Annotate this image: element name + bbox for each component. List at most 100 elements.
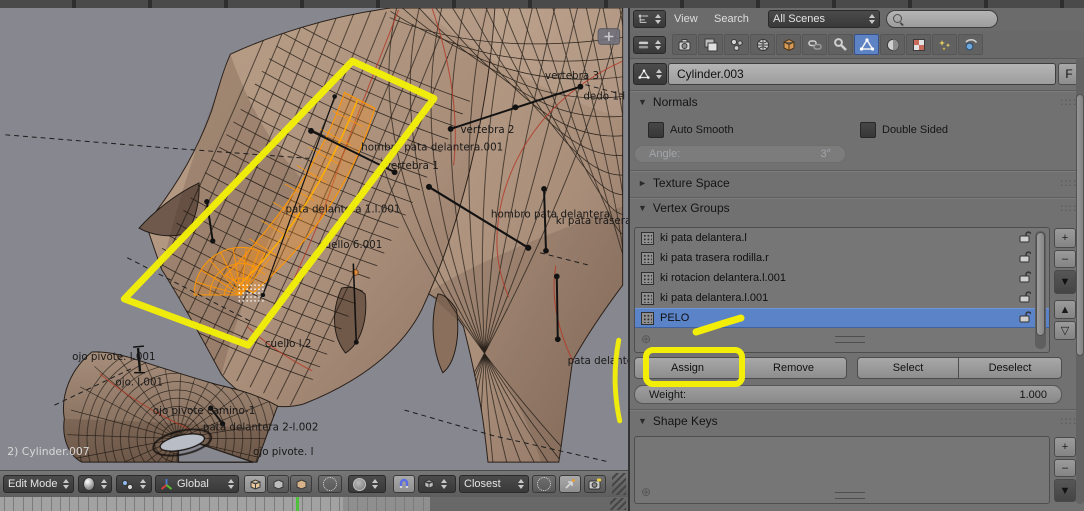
properties-tab-row	[630, 31, 1084, 59]
auto-smooth-checkbox[interactable]	[648, 122, 664, 138]
shape-keys-list[interactable]: ⊕	[634, 436, 1050, 504]
list-resize-handle[interactable]	[835, 336, 865, 343]
editor-type-button[interactable]	[633, 36, 666, 54]
vgroup-move-up-button[interactable]: ▲	[1054, 300, 1076, 319]
shapekey-add-button[interactable]: +	[1054, 437, 1076, 457]
vgroup-remove-button[interactable]: –	[1054, 250, 1076, 268]
weight-slider[interactable]: Weight: 1.000	[634, 385, 1062, 404]
orientation-label: Global	[177, 478, 209, 490]
list-resize-handle[interactable]	[835, 492, 865, 499]
mesh-datablock-browse-button[interactable]	[633, 63, 667, 85]
panel-header-shape-keys[interactable]: ▼ Shape Keys	[638, 414, 718, 428]
vertex-groups-list[interactable]: ki pata delantera.lki pata trasera rodil…	[634, 227, 1050, 353]
angle-value: 3°	[820, 148, 831, 160]
tab-object-data[interactable]	[854, 34, 879, 55]
mode-dropdown[interactable]: Edit Mode	[3, 475, 74, 493]
unlocked-lock-icon[interactable]	[1019, 310, 1031, 323]
shapekey-specials-menu-button[interactable]: ▼	[1054, 479, 1076, 502]
tab-particles[interactable]	[932, 34, 957, 55]
snap-peel-button[interactable]	[532, 475, 556, 493]
vertex-group-icon	[641, 312, 654, 325]
tab-world[interactable]	[750, 34, 775, 55]
unlocked-lock-icon[interactable]	[1019, 290, 1031, 303]
unlocked-lock-icon[interactable]	[1019, 270, 1031, 283]
shading-sphere-icon	[83, 477, 95, 491]
select-button[interactable]: Select	[857, 357, 959, 379]
panel-scrollbar-thumb[interactable]	[1076, 94, 1084, 356]
panel-drag-dots[interactable]	[1060, 416, 1077, 427]
vgroup-add-button[interactable]: +	[1054, 228, 1076, 248]
add-from-list-icon[interactable]: ⊕	[641, 485, 651, 499]
vgroup-move-down-button[interactable]: ▽	[1054, 321, 1076, 340]
timeline-strip[interactable]	[0, 497, 628, 511]
snap-toggle-button[interactable]	[393, 475, 415, 493]
snap-target-dropdown[interactable]: Closest	[459, 475, 529, 493]
menu-search[interactable]: Search	[714, 13, 749, 25]
list-scrollbar-thumb[interactable]	[1036, 232, 1045, 336]
snap-align-button[interactable]	[559, 475, 581, 493]
menu-view[interactable]: View	[674, 13, 698, 25]
transform-orientation-dropdown[interactable]: Global	[155, 475, 239, 493]
tab-modifiers[interactable]	[828, 34, 853, 55]
unlocked-lock-icon[interactable]	[1019, 250, 1031, 263]
datablock-name-field[interactable]: Cylinder.003	[668, 63, 1056, 85]
proportional-edit-dropdown[interactable]	[348, 475, 386, 493]
limit-selection-button[interactable]	[318, 475, 342, 493]
viewport-shading-dropdown[interactable]	[78, 475, 112, 493]
vertex-group-row[interactable]: ki pata delantera.l.001	[635, 288, 1049, 308]
manipulator-scale-button[interactable]	[290, 475, 312, 493]
panel-drag-dots[interactable]	[1060, 178, 1077, 189]
tab-physics[interactable]	[958, 34, 983, 55]
updown-arrows-icon	[655, 40, 661, 50]
add-from-list-icon[interactable]: ⊕	[641, 332, 651, 346]
angle-slider[interactable]: Angle: 3°	[634, 145, 846, 163]
tab-scene[interactable]	[724, 34, 749, 55]
panel-scrollbar[interactable]	[1076, 58, 1084, 504]
tab-object[interactable]	[776, 34, 801, 55]
tab-constraints[interactable]	[802, 34, 827, 55]
scene-dropdown[interactable]: All Scenes	[768, 10, 880, 28]
panel-drag-dots[interactable]	[1060, 203, 1077, 214]
world-icon	[755, 37, 771, 53]
3d-viewport[interactable]: vertebra 3dedo 1.lvertebra 2hombro pata …	[0, 8, 628, 470]
cube-icon	[249, 478, 262, 491]
viewport-canvas[interactable]: vertebra 3dedo 1.lvertebra 2hombro pata …	[0, 8, 628, 470]
snap-element-dropdown[interactable]	[418, 475, 456, 493]
current-frame-marker[interactable]	[296, 497, 299, 511]
manipulator-rotate-button[interactable]	[267, 475, 289, 493]
tab-render[interactable]	[672, 34, 697, 55]
vertex-group-row[interactable]: ki pata trasera rodilla.r	[635, 248, 1049, 268]
corner-resize-grip[interactable]	[610, 498, 626, 510]
assign-button[interactable]: Assign	[634, 357, 741, 379]
select-mode-dropdown[interactable]	[116, 475, 152, 493]
corner-resize-grip[interactable]	[612, 473, 626, 495]
shapekey-remove-button[interactable]: –	[1054, 459, 1076, 477]
blender-window: vertebra 3dedo 1.lvertebra 2hombro pata …	[0, 0, 1084, 511]
unlocked-lock-icon[interactable]	[1019, 230, 1031, 243]
panel-drag-dots[interactable]	[1060, 97, 1077, 108]
dotted-circle-icon	[323, 477, 337, 491]
panel-header-normals[interactable]: ▼ Normals	[638, 95, 698, 109]
vgroup-specials-menu-button[interactable]: ▼	[1054, 270, 1076, 294]
panel-header-vertex-groups[interactable]: ▼ Vertex Groups	[638, 201, 730, 215]
vertex-group-row[interactable]: ki pata delantera.l	[635, 228, 1049, 248]
opengl-render-button[interactable]	[584, 475, 606, 493]
tab-render-layers[interactable]	[698, 34, 723, 55]
particles-icon	[937, 37, 953, 53]
vertex-group-row[interactable]: PELO	[635, 308, 1049, 328]
editor-type-button[interactable]	[633, 10, 666, 28]
tab-material[interactable]	[880, 34, 905, 55]
manipulator-translate-button[interactable]	[244, 475, 266, 493]
region-plus-button[interactable]	[598, 29, 620, 45]
deselect-button[interactable]: Deselect	[959, 357, 1062, 379]
vertex-group-row[interactable]: ki rotacion delantera.l.001	[635, 268, 1049, 288]
panel-header-texture-space[interactable]: ► Texture Space	[638, 176, 730, 190]
search-input[interactable]	[907, 12, 991, 26]
context-tabs	[672, 34, 984, 55]
properties-editor-icon	[638, 40, 649, 50]
list-scrollbar[interactable]	[1035, 231, 1046, 349]
search-box[interactable]	[886, 10, 998, 28]
double-sided-checkbox[interactable]	[860, 122, 876, 138]
tab-texture[interactable]	[906, 34, 931, 55]
remove-button[interactable]: Remove	[741, 357, 847, 379]
